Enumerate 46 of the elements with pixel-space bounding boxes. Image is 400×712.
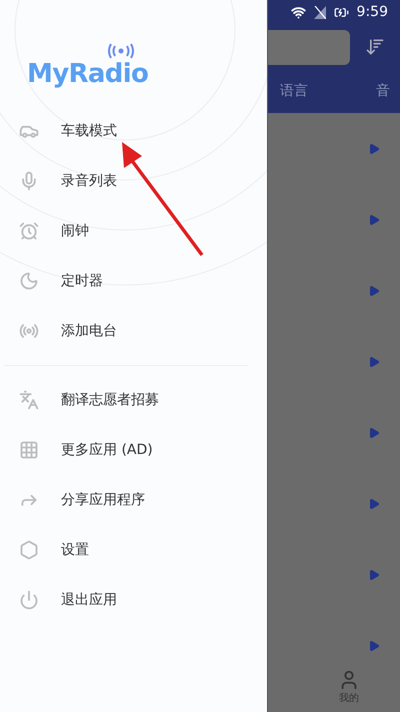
- play-icon[interactable]: [368, 498, 380, 510]
- settings-icon: [19, 540, 39, 560]
- menu-item-label: 定时器: [61, 272, 103, 290]
- play-icon[interactable]: [368, 284, 380, 296]
- clock: 9:59: [356, 3, 388, 22]
- play-icon[interactable]: [368, 568, 380, 580]
- menu-item[interactable]: 车载模式: [0, 106, 267, 156]
- menu-item-label: 分享应用程序: [61, 490, 145, 510]
- nav-label: 我的: [339, 692, 359, 706]
- menu-item-label: 退出应用: [61, 590, 117, 610]
- menu-item-label: 更多应用 (AD): [61, 440, 153, 460]
- radio-icon: [19, 321, 39, 341]
- play-icon[interactable]: [368, 356, 380, 368]
- battery-icon: [334, 5, 349, 20]
- menu-item[interactable]: 分享应用程序: [0, 475, 267, 525]
- power-icon: [19, 590, 39, 610]
- menu-item[interactable]: 退出应用: [0, 575, 267, 625]
- menu-item-label: 闹钟: [61, 222, 89, 240]
- grid-icon: [19, 440, 39, 460]
- menu-item[interactable]: 翻译志愿者招募: [0, 375, 267, 425]
- translate-icon: [19, 390, 39, 410]
- menu-item[interactable]: 设置: [0, 525, 267, 575]
- menu-item-label: 车载模式: [61, 122, 117, 140]
- menu-item[interactable]: 录音列表: [0, 156, 267, 206]
- menu-item[interactable]: 添加电台: [0, 306, 267, 356]
- alarm-clock-icon: [19, 221, 39, 241]
- wifi-icon: [290, 5, 306, 20]
- no-signal-icon: [314, 6, 326, 19]
- play-icon[interactable]: [368, 426, 380, 438]
- search-field[interactable]: [268, 30, 350, 64]
- menu-item[interactable]: 闹钟: [0, 206, 267, 256]
- app-logo: MyRadio: [27, 59, 148, 89]
- play-icon[interactable]: [368, 214, 380, 226]
- sort-icon[interactable]: [365, 37, 385, 57]
- menu-item[interactable]: 定时器: [0, 256, 267, 306]
- moon-icon: [19, 271, 39, 291]
- play-icon[interactable]: [368, 640, 380, 652]
- tab[interactable]: 音: [376, 80, 390, 102]
- play-icon[interactable]: [368, 142, 380, 154]
- menu-item-label: 设置: [61, 540, 89, 560]
- menu-item-label: 录音列表: [61, 172, 117, 190]
- menu-item-label: 翻译志愿者招募: [61, 390, 159, 410]
- antenna-icon: [106, 43, 136, 61]
- menu-item[interactable]: 更多应用 (AD): [0, 425, 267, 475]
- tab[interactable]: 语言: [280, 80, 308, 102]
- menu-item-label: 添加电台: [61, 322, 117, 340]
